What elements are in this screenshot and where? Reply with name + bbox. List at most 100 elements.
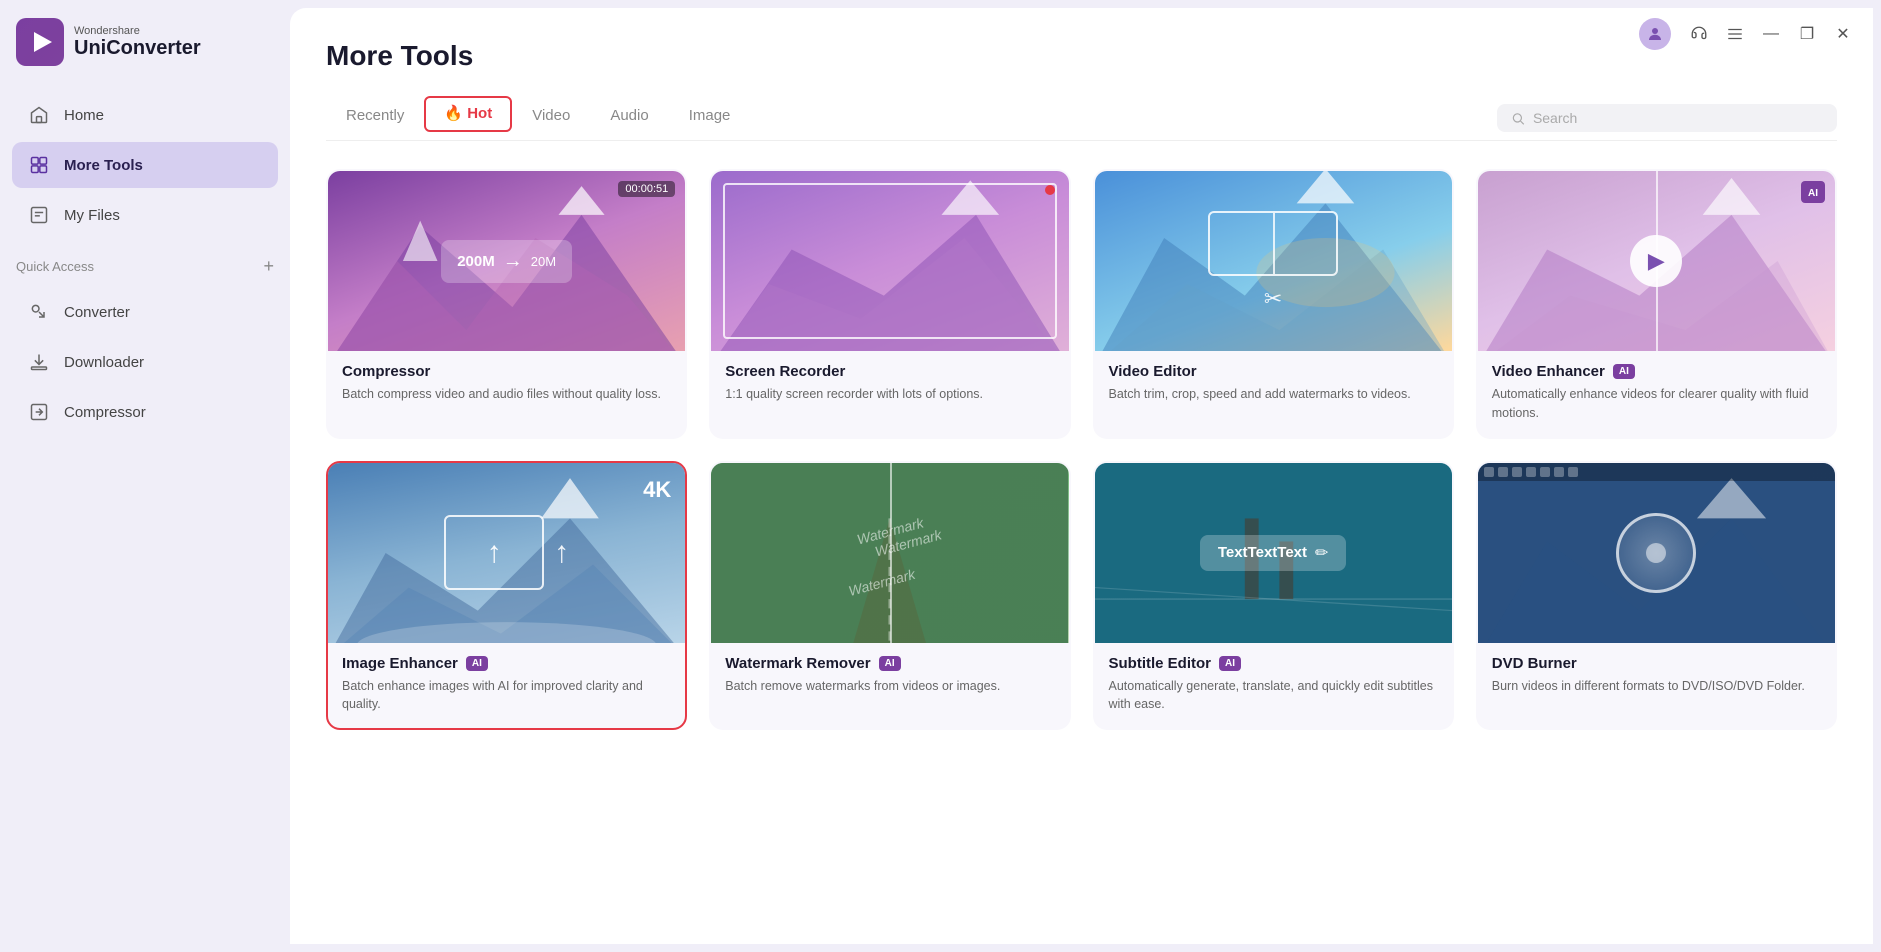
up-arrow-icon: ↑ xyxy=(487,536,502,570)
sidebar-item-compressor[interactable]: Compressor xyxy=(12,389,278,435)
logo-area: Wondershare UniConverter xyxy=(0,0,290,84)
close-button[interactable]: ✕ xyxy=(1827,18,1859,50)
tool-desc-recorder: 1:1 quality screen recorder with lots of… xyxy=(725,385,1054,404)
subtitle-sample-text: TextTextText xyxy=(1218,544,1307,561)
tools-grid: 00:00:51 200M → 20M Compressor Batch com… xyxy=(326,169,1837,730)
compress-arrow-icon: → xyxy=(503,250,523,273)
tool-desc-compressor: Batch compress video and audio files wit… xyxy=(342,385,671,404)
tool-body-image-enhancer: Image Enhancer AI Batch enhance images w… xyxy=(328,643,685,729)
tool-name-recorder: Screen Recorder xyxy=(725,363,845,380)
tool-name-row-watermark: Watermark Remover AI xyxy=(725,655,1054,672)
minimize-button[interactable]: — xyxy=(1755,18,1787,50)
main-content: — ❐ ✕ More Tools Recently 🔥 Hot Video Au… xyxy=(290,8,1873,944)
tool-card-compressor[interactable]: 00:00:51 200M → 20M Compressor Batch com… xyxy=(326,169,687,439)
page-title: More Tools xyxy=(326,40,1837,72)
quick-access-section: Quick Access + xyxy=(0,246,290,281)
tool-body-dvd: DVD Burner Burn videos in different form… xyxy=(1478,643,1835,710)
window-controls: — ❐ ✕ xyxy=(1625,8,1873,60)
rec-indicator xyxy=(1045,185,1055,195)
tool-name-compressor: Compressor xyxy=(342,363,430,380)
tab-video[interactable]: Video xyxy=(512,99,590,138)
recorder-bracket xyxy=(723,183,1056,339)
headphone-button[interactable] xyxy=(1683,18,1715,50)
tool-name-row-dvd: DVD Burner xyxy=(1492,655,1821,672)
dvd-disc-icon xyxy=(1616,513,1696,593)
dvd-overlay xyxy=(1478,463,1835,643)
compressor-overlay: 200M → 20M xyxy=(328,171,685,351)
tool-card-image-enhancer[interactable]: 4K ↑ ↑ Image Enhancer AI Batch enhance i… xyxy=(326,461,687,731)
sidebar-item-compressor-label: Compressor xyxy=(64,404,146,421)
search-box[interactable] xyxy=(1497,104,1837,132)
sidebar-item-downloader-label: Downloader xyxy=(64,354,144,371)
compressor-icon xyxy=(28,401,50,423)
home-icon xyxy=(28,104,50,126)
brand-name: Wondershare xyxy=(74,25,201,37)
tool-body-subtitle: Subtitle Editor AI Automatically generat… xyxy=(1095,643,1452,729)
tool-card-video-editor[interactable]: ✂ Video Editor Batch trim, crop, speed a… xyxy=(1093,169,1454,439)
tool-name-editor: Video Editor xyxy=(1109,363,1197,380)
tabs-bar: Recently 🔥 Hot Video Audio Image xyxy=(326,96,1837,141)
app-name: UniConverter xyxy=(74,37,201,60)
sidebar-navigation: Home More Tools xyxy=(0,84,290,246)
ai-badge-video-enhancer: AI xyxy=(1801,181,1825,203)
sidebar-item-home[interactable]: Home xyxy=(12,92,278,138)
sidebar-item-more-tools[interactable]: More Tools xyxy=(12,142,278,188)
quick-access-nav: Converter Downloader Compressor xyxy=(0,281,290,443)
tool-desc-subtitle: Automatically generate, translate, and q… xyxy=(1109,677,1438,715)
up-arrow-right-icon: ↑ xyxy=(554,536,569,570)
sidebar-item-my-files[interactable]: My Files xyxy=(12,192,278,238)
tool-card-dvd-burner[interactable]: DVD Burner Burn videos in different form… xyxy=(1476,461,1837,731)
search-input[interactable] xyxy=(1533,110,1823,126)
file-icon xyxy=(28,204,50,226)
ai-badge-label-subtitle: AI xyxy=(1219,656,1241,671)
image-enhancer-overlay: ↑ ↑ xyxy=(328,463,685,643)
sidebar-item-my-files-label: My Files xyxy=(64,207,120,224)
tool-body-watermark: Watermark Remover AI Batch remove waterm… xyxy=(711,643,1068,710)
tool-name-row-compressor: Compressor xyxy=(342,363,671,380)
sidebar-item-downloader[interactable]: Downloader xyxy=(12,339,278,385)
sidebar: Wondershare UniConverter Home xyxy=(0,0,290,952)
play-button-icon: ▶ xyxy=(1630,235,1682,287)
tab-audio[interactable]: Audio xyxy=(590,99,668,138)
editor-preview-frame xyxy=(1208,211,1338,276)
sidebar-item-converter[interactable]: Converter xyxy=(12,289,278,335)
tool-card-watermark-remover[interactable]: Watermark Watermark Watermark Watermark … xyxy=(709,461,1070,731)
compress-size-display: 200M → 20M xyxy=(441,240,572,283)
tool-card-video-enhancer[interactable]: ▶ AI Video Enhancer AI Automatically enh… xyxy=(1476,169,1837,439)
restore-button[interactable]: ❐ xyxy=(1791,18,1823,50)
pencil-icon: ✏ xyxy=(1315,543,1328,563)
tool-name-row-editor: Video Editor xyxy=(1109,363,1438,380)
tool-body-recorder: Screen Recorder 1:1 quality screen recor… xyxy=(711,351,1068,418)
quick-access-add-button[interactable]: + xyxy=(263,256,274,277)
editor-overlay: ✂ xyxy=(1095,171,1452,351)
tool-card-subtitle-editor[interactable]: TextTextText ✏ Subtitle Editor AI Automa… xyxy=(1093,461,1454,731)
sidebar-item-more-tools-label: More Tools xyxy=(64,157,143,174)
ai-badge-label-video-enhancer: AI xyxy=(1613,364,1635,379)
tool-desc-dvd: Burn videos in different formats to DVD/… xyxy=(1492,677,1821,696)
tab-hot[interactable]: 🔥 Hot xyxy=(424,96,512,132)
watermark-text-3: Watermark xyxy=(846,565,916,598)
compress-to: 20M xyxy=(531,254,556,269)
tool-name-row-video-enhancer: Video Enhancer AI xyxy=(1492,363,1821,380)
tab-recently[interactable]: Recently xyxy=(326,99,424,138)
grid-icon xyxy=(28,154,50,176)
tool-name-dvd: DVD Burner xyxy=(1492,655,1577,672)
tool-thumb-subtitle: TextTextText ✏ xyxy=(1095,463,1452,643)
tool-desc-image-enhancer: Batch enhance images with AI for improve… xyxy=(342,677,671,715)
tool-thumb-image-enhancer: 4K ↑ ↑ xyxy=(328,463,685,643)
tool-name-row-subtitle: Subtitle Editor AI xyxy=(1109,655,1438,672)
tab-image[interactable]: Image xyxy=(669,99,751,138)
tool-thumb-dvd xyxy=(1478,463,1835,643)
app-logo-icon xyxy=(16,18,64,66)
tool-card-screen-recorder[interactable]: Screen Recorder 1:1 quality screen recor… xyxy=(709,169,1070,439)
fire-icon: 🔥 xyxy=(444,105,463,122)
search-icon xyxy=(1511,111,1525,126)
sidebar-item-converter-label: Converter xyxy=(64,304,130,321)
downloader-icon xyxy=(28,351,50,373)
tool-thumb-video-enhancer: ▶ AI xyxy=(1478,171,1835,351)
ai-badge-label-watermark: AI xyxy=(879,656,901,671)
tool-body-video-enhancer: Video Enhancer AI Automatically enhance … xyxy=(1478,351,1835,437)
ai-badge-label-image-enhancer: AI xyxy=(466,656,488,671)
user-avatar[interactable] xyxy=(1639,18,1671,50)
menu-button[interactable] xyxy=(1719,18,1751,50)
